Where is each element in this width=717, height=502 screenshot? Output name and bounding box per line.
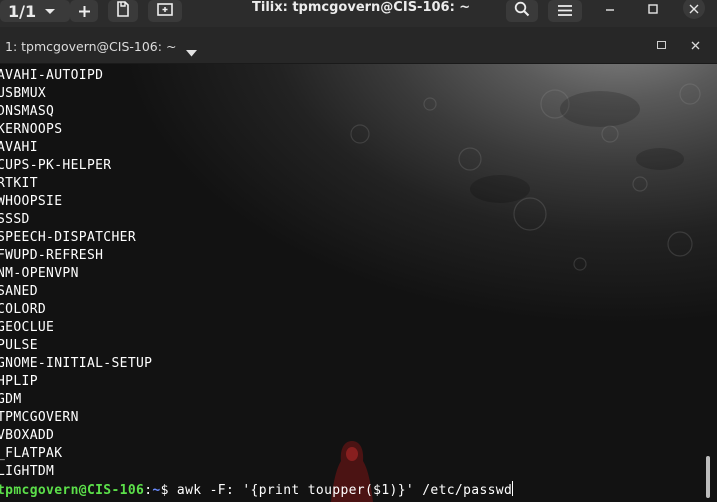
output-line: HPLIP [0,374,38,389]
main-menu-button[interactable] [548,0,582,22]
chevron-down-icon [44,2,56,20]
save-icon [116,1,130,21]
output-line: SSSD [0,212,30,227]
hamburger-menu-icon [557,2,573,21]
terminal-title[interactable]: 1: tpmcgovern@CIS-106: ~ [5,39,176,54]
terminal-titlebar: 1: tpmcgovern@CIS-106: ~ [0,27,717,64]
plus-icon [78,0,91,23]
output-line: COLORD [0,302,47,317]
output-line: AVAHI-AUTOIPD [0,68,104,83]
output-line: NM-OPENVPN [0,266,79,281]
close-icon [689,0,699,18]
save-session-button[interactable] [108,0,138,22]
terminal-scrollbar[interactable] [706,456,710,498]
dropdown-triangle-icon[interactable] [186,42,197,61]
output-line: KERNOOPS [0,122,63,137]
output-line: _FLATPAK [0,446,63,461]
close-window-button[interactable] [683,0,705,19]
maximize-button[interactable] [642,0,664,19]
output-line: GDM [0,392,22,407]
prompt-user-host: tpmcgovern@CIS-106 [0,483,145,498]
output-line: TPMCGOVERN [0,410,79,425]
search-button[interactable] [506,0,538,22]
add-terminal-button[interactable] [70,0,98,22]
terminal-area[interactable]: AVAHI-AUTOIPD USBMUX DNSMASQ KERNOOPS AV… [0,64,717,502]
new-window-icon [157,2,173,21]
maximize-icon [648,0,658,18]
prompt-path: ~ [152,483,161,498]
search-icon [514,1,530,21]
command-prompt-line[interactable]: tpmcgovern@CIS-106:~$ awk -F: '{print to… [0,481,514,499]
terminal-close-icon[interactable] [691,36,700,54]
output-line: AVAHI [0,140,38,155]
new-window-button[interactable] [148,0,182,22]
command-input[interactable]: awk -F: '{print toupper($1)}' /etc/passw… [177,483,512,498]
prompt-symbol: $ [160,483,177,498]
output-line: SANED [0,284,38,299]
output-line: USBMUX [0,86,47,101]
terminal-maximize-icon[interactable] [657,41,666,49]
text-cursor [512,481,514,496]
minimize-icon [605,0,615,18]
output-line: PULSE [0,338,38,353]
output-line: SPEECH-DISPATCHER [0,230,137,245]
output-line: CUPS-PK-HELPER [0,158,112,173]
window-title: Tilix: tpmcgovern@CIS-106: ~ [252,0,471,15]
output-line: GEOCLUE [0,320,55,335]
output-line: GNOME-INITIAL-SETUP [0,356,153,371]
minimize-button[interactable] [599,0,621,19]
session-count: 1/1 [8,1,37,21]
output-line: FWUPD-REFRESH [0,248,104,263]
output-line: DNSMASQ [0,104,55,119]
output-line: WHOOPSIE [0,194,63,209]
output-line: VBOXADD [0,428,55,443]
header-bar: 1/1 Tilix: tpmcgovern@CIS-106: ~ [0,0,717,27]
command-output: AVAHI-AUTOIPD USBMUX DNSMASQ KERNOOPS AV… [0,67,152,481]
output-line: RTKIT [0,176,38,191]
output-line: LIGHTDM [0,464,55,479]
session-switcher-button[interactable]: 1/1 [0,0,70,22]
